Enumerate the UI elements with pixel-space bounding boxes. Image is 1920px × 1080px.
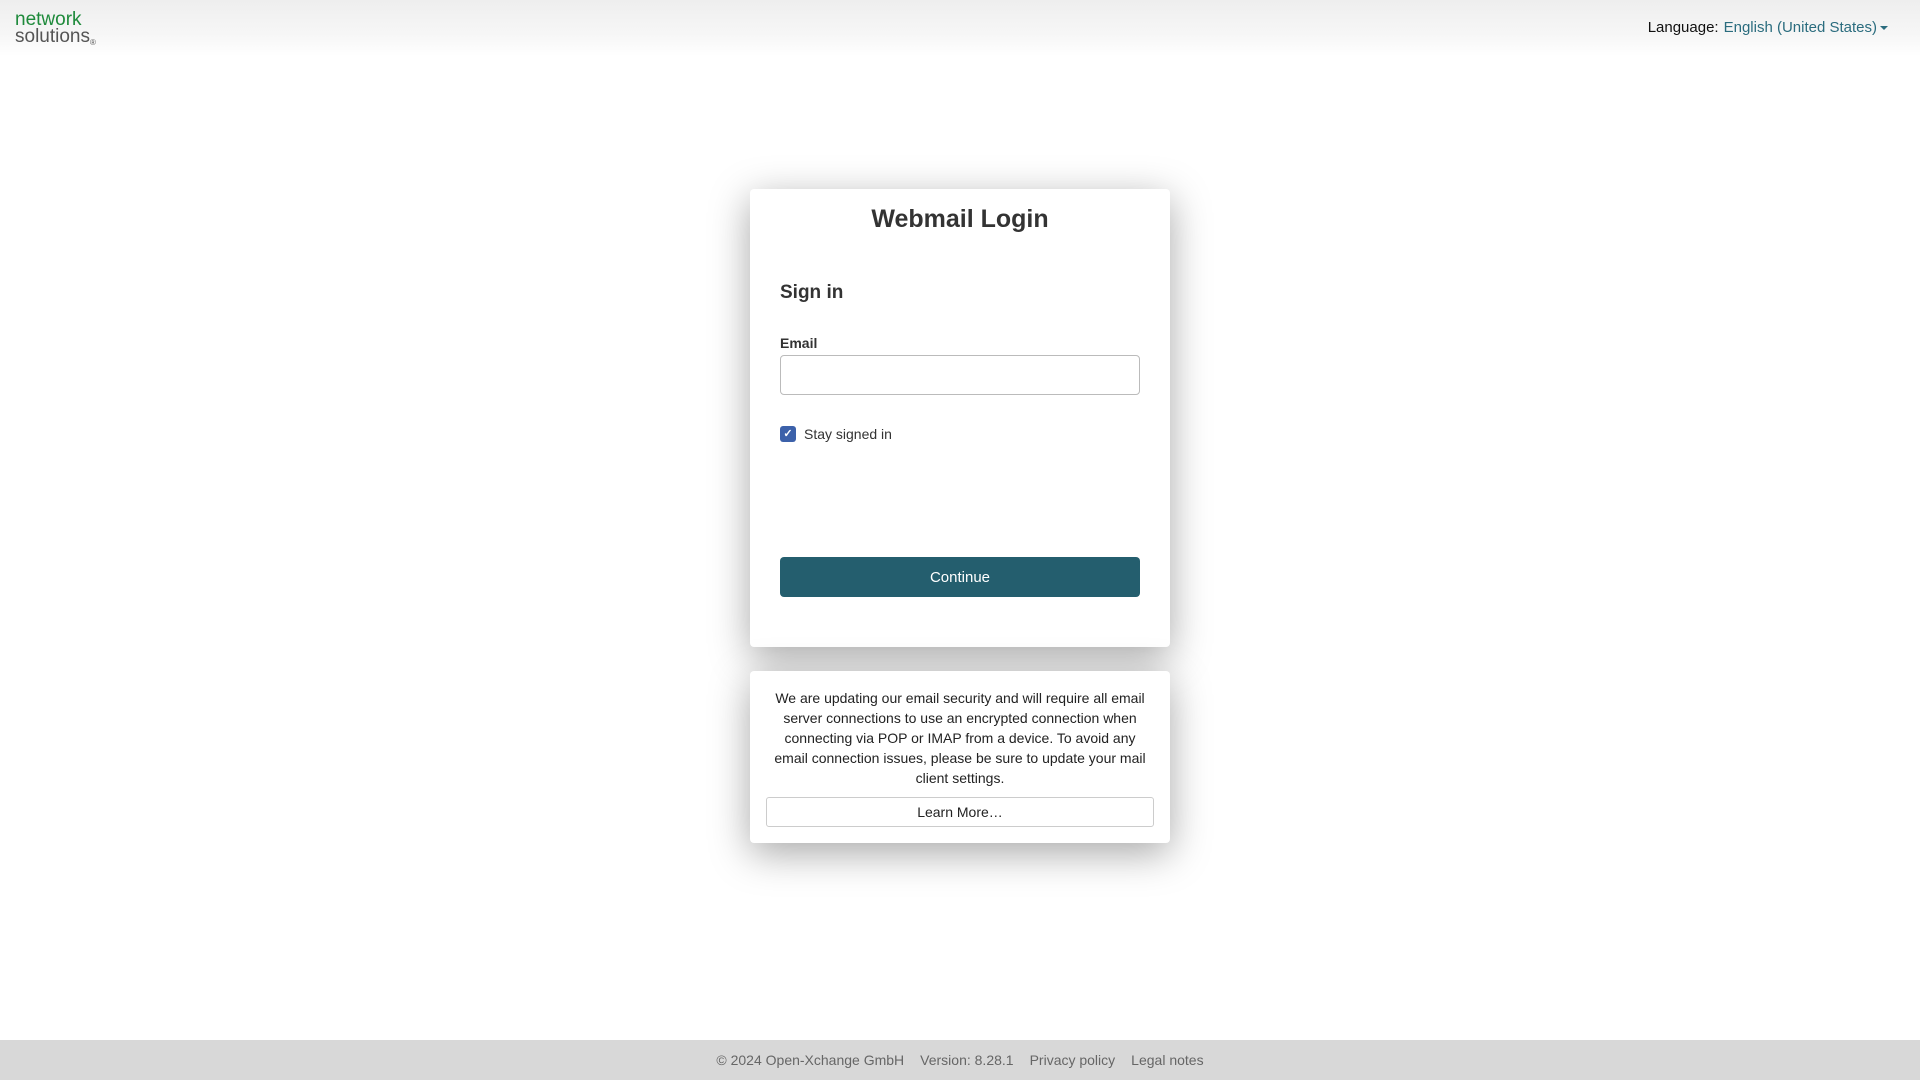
top-bar: network solutions® Language: English (Un… (0, 0, 1920, 56)
caret-down-icon[interactable] (1880, 25, 1888, 30)
copyright: © 2024 Open-Xchange GmbH (716, 1052, 905, 1068)
language-dropdown[interactable]: English (United States) (1724, 19, 1877, 36)
logo-trademark: ® (90, 38, 96, 47)
legal-notes-link[interactable]: Legal notes (1131, 1052, 1203, 1068)
language-label: Language: (1647, 19, 1719, 36)
sign-in-heading: Sign in (780, 282, 844, 303)
email-field[interactable] (780, 355, 1140, 395)
footer: © 2024 Open-Xchange GmbH Version: 8.28.1… (0, 1040, 1920, 1080)
check-icon: ✓ (783, 428, 793, 440)
privacy-policy-link[interactable]: Privacy policy (1030, 1052, 1116, 1068)
security-notice-text: We are updating our email security and w… (774, 690, 1146, 786)
login-card: Webmail Login Sign in Email ✓ Stay signe… (750, 189, 1170, 647)
logo-line-2-text: solutions (15, 26, 90, 47)
version: Version: 8.28.1 (920, 1052, 1014, 1068)
language-selector: Language: English (United States) (1648, 19, 1888, 36)
stay-signed-in-label[interactable]: Stay signed in (804, 426, 892, 442)
stay-signed-in-row[interactable]: ✓ Stay signed in (780, 426, 892, 442)
security-notice-card: We are updating our email security and w… (750, 671, 1170, 843)
continue-button[interactable]: Continue (780, 557, 1140, 597)
logo-line-2: solutions® (15, 26, 96, 47)
learn-more-button[interactable]: Learn More… (766, 797, 1154, 827)
page-title: Webmail Login (871, 205, 1049, 233)
stay-signed-in-checkbox[interactable]: ✓ (780, 426, 796, 442)
email-label: Email (780, 335, 818, 351)
network-solutions-logo[interactable]: network solutions® (15, 10, 96, 47)
